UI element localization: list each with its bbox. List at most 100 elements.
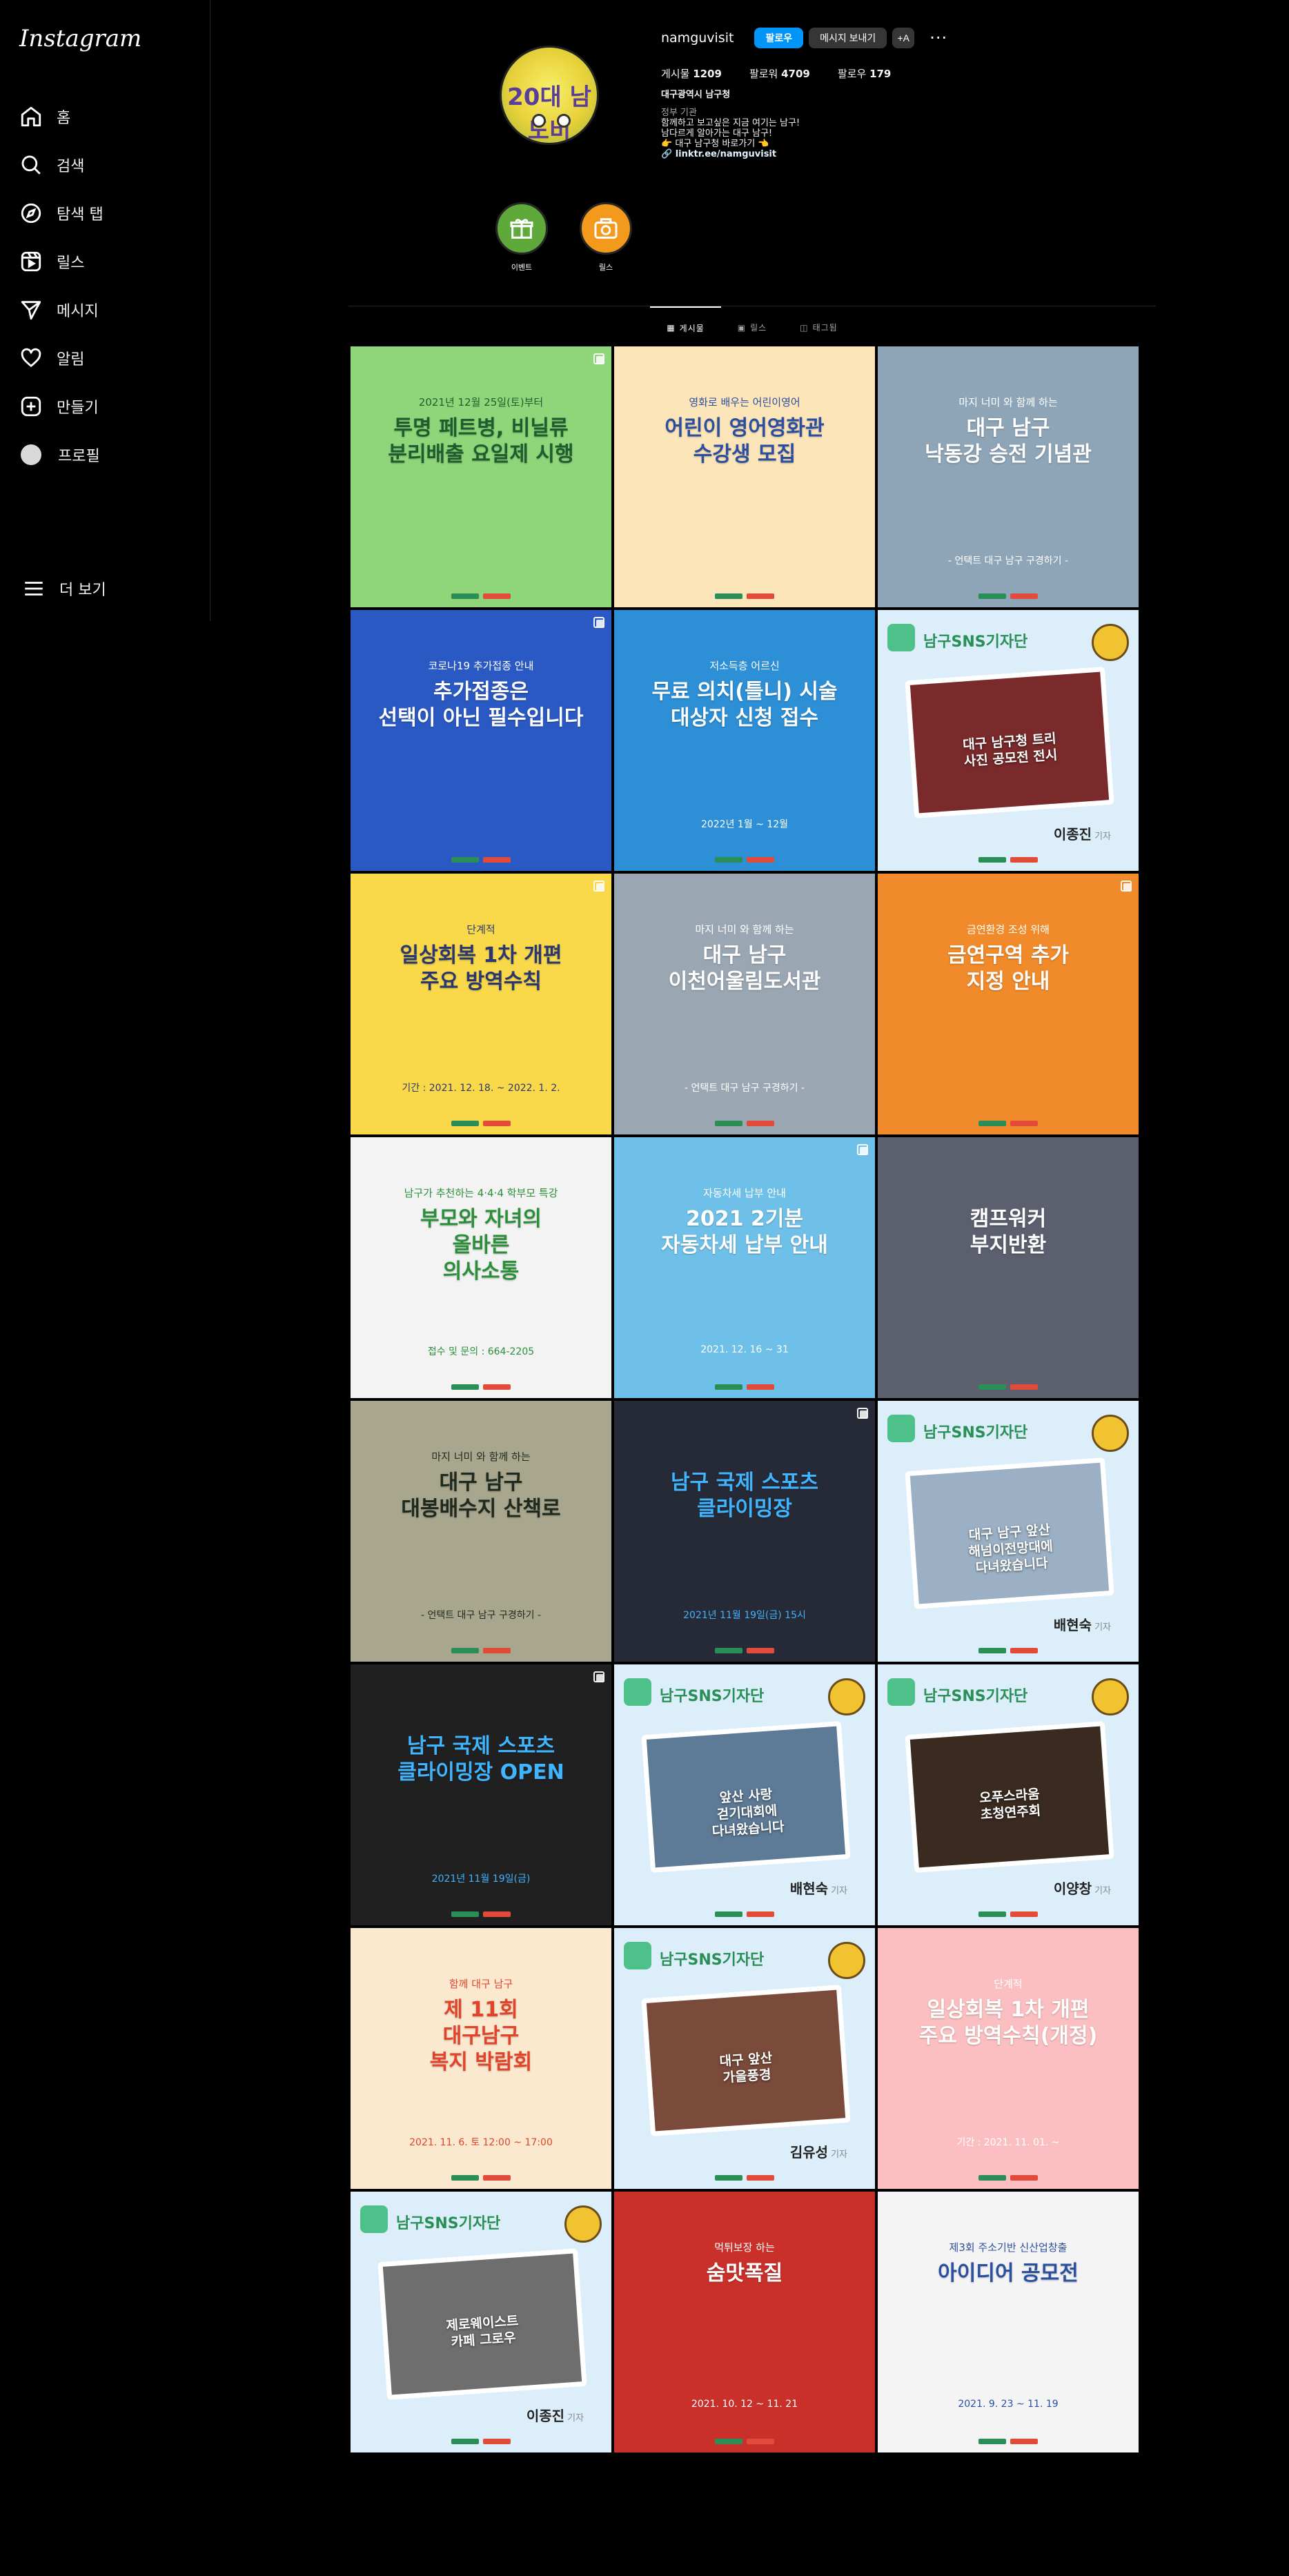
post-sponsor-logos xyxy=(878,1121,1139,1128)
bio-link[interactable]: 🔗 linktr.ee/namguvisit xyxy=(661,149,800,159)
avatar-icon xyxy=(21,444,41,465)
post-detail: 2021년 11월 19일(금) xyxy=(431,1874,531,1885)
post-tile[interactable]: 마지 너미 와 함께 하는 대구 남구 이천어울림도서관 - 언택트 대구 남구 구… xyxy=(614,874,875,1134)
tab-posts[interactable]: ▦ 게시물 xyxy=(650,306,721,348)
post-sponsor-logos xyxy=(878,2439,1139,2446)
highlight-events[interactable]: 이벤트 xyxy=(480,202,564,273)
post-title: 남구 국제 스포츠 클라이밍장 xyxy=(670,1471,819,1521)
post-tile[interactable]: 금연환경 조성 위해 금연구역 추가 지정 안내 xyxy=(878,874,1139,1134)
post-tile[interactable]: 제3회 주소기반 신산업창출 아이디어 공모전 2021. 9. 23 ~ 11. … xyxy=(878,2192,1139,2452)
post-sponsor-logos xyxy=(351,1911,611,1918)
tab-reels[interactable]: ▣ 릴스 xyxy=(721,306,783,348)
post-detail: 접수 및 문의 : 664-2205 xyxy=(427,1346,535,1357)
post-tile[interactable]: 저소득층 어르신 무료 의치(틀니) 시술 대상자 신청 접수 2022년 1월 ~… xyxy=(614,610,875,871)
bio-line: 남다르게 알아가는 대구 남구! xyxy=(661,128,773,139)
post-caption: 오푸스라움 초청연주회 xyxy=(978,1786,1041,1822)
sidebar-item-profile[interactable]: 프로필 xyxy=(17,431,193,479)
mascot-icon xyxy=(828,1678,865,1715)
post-tile[interactable]: 남구가 추천하는 4·4·4 학부모 특강 부모와 자녀의 올바른 의사소통 접수 … xyxy=(351,1137,611,1398)
highlight-reels[interactable]: 릴스 xyxy=(564,202,648,273)
sidebar-item-more[interactable]: 더 보기 xyxy=(19,564,106,613)
post-reporter: 김유성 기자 xyxy=(789,2144,847,2161)
paper-plane-icon xyxy=(21,301,41,320)
mascot-icon xyxy=(887,1678,915,1706)
sidebar-item-reels[interactable]: 릴스 xyxy=(17,237,193,286)
carousel-icon xyxy=(1121,881,1132,892)
message-button[interactable]: 메시지 보내기 xyxy=(809,28,887,48)
mascot-icon xyxy=(887,624,915,651)
post-photo: 대구 남구청 트리 사진 공모전 전시 xyxy=(905,667,1114,818)
hamburger-menu-icon xyxy=(25,582,43,596)
post-photo: 대구 남구 앞산 해넘이전망대에 다녀왔습니다 xyxy=(905,1457,1114,1609)
reels-icon xyxy=(21,251,41,272)
post-title: 투명 페트병, 비닐류 분리배출 요일제 시행 xyxy=(388,416,574,466)
post-sponsor-logos xyxy=(614,857,875,864)
post-tile[interactable]: 자동차세 납부 안내 2021 2기분 자동차세 납부 안내 2021. 12. 1… xyxy=(614,1137,875,1398)
profile-avatar[interactable]: 20대 남도비 xyxy=(500,46,599,145)
camera-icon xyxy=(580,202,632,255)
post-tile[interactable]: 단계적 일상회복 1차 개편 주요 방역수칙(개정) 기간 : 2021. 11. … xyxy=(878,1928,1139,2189)
post-subtitle: 영화로 배우는 어린이영어 xyxy=(689,396,800,409)
post-caption: 제로웨이스트 카페 그로우 xyxy=(445,2313,520,2350)
post-tile[interactable]: 남구SNS기자단 제로웨이스트 카페 그로우 이종진 기자 xyxy=(351,2192,611,2452)
followers-count[interactable]: 팔로워 4709 xyxy=(749,66,810,81)
sidebar-item-label: 검색 xyxy=(57,158,85,175)
post-sponsor-logos xyxy=(351,2175,611,2182)
sidebar-item-label: 더 보기 xyxy=(59,582,106,599)
post-tile[interactable]: 남구SNS기자단 대구 남구 앞산 해넘이전망대에 다녀왔습니다 배현숙 기자 xyxy=(878,1401,1139,1662)
sidebar-item-messages[interactable]: 메시지 xyxy=(17,286,193,334)
suggested-accounts-button[interactable]: +A xyxy=(892,28,915,48)
avatar-text: 20대 남도비 xyxy=(507,83,591,145)
post-subtitle: 단계적 xyxy=(466,923,495,936)
post-sponsor-logos xyxy=(878,1648,1139,1655)
sidebar: Instagram 홈 검색 탐색 탭 릴스 메시지 알림 만들기 프로필 더 … xyxy=(0,0,210,621)
follow-button[interactable]: 팔로우 xyxy=(754,28,804,48)
post-title: 캠프워커 부지반환 xyxy=(970,1207,1047,1257)
full-name: 대구광역시 남구청 xyxy=(661,90,731,100)
story-highlights: 이벤트 릴스 xyxy=(480,202,648,273)
posts-grid: 2021년 12월 25일(토)부터 투명 페트병, 비닐류 분리배출 요일제 시… xyxy=(351,346,1141,2452)
post-tile[interactable]: 코로나19 추가접종 안내 추가접종은 선택이 아닌 필수입니다 xyxy=(351,610,611,871)
post-subtitle: 마지 너미 와 함께 하는 xyxy=(695,923,794,936)
post-title: 무료 의치(틀니) 시술 대상자 신청 접수 xyxy=(651,680,838,730)
post-subtitle: 단계적 xyxy=(994,1978,1023,1990)
post-tile[interactable]: 먹튀보장 하는 숨맛폭질 2021. 10. 12 ~ 11. 21 xyxy=(614,2192,875,2452)
post-tile[interactable]: 남구 국제 스포츠 클라이밍장 2021년 11월 19일(금) 15시 xyxy=(614,1401,875,1662)
gift-icon xyxy=(495,202,548,255)
sidebar-item-explore[interactable]: 탐색 탭 xyxy=(17,189,193,237)
post-photo: 대구 앞산 가을풍경 xyxy=(641,1985,851,2136)
tab-tagged[interactable]: ◫ 태그됨 xyxy=(783,306,854,348)
post-sponsor-logos xyxy=(878,2175,1139,2182)
post-title: 2021 2기분 자동차세 납부 안내 xyxy=(661,1207,828,1257)
post-subtitle: 남구가 추천하는 4·4·4 학부모 특강 xyxy=(404,1187,558,1199)
mascot-icon xyxy=(828,1942,865,1979)
post-tile[interactable]: 남구SNS기자단 오푸스라움 초청연주회 이양창 기자 xyxy=(878,1664,1139,1925)
post-tile[interactable]: 남구SNS기자단 대구 앞산 가을풍경 김유성 기자 xyxy=(614,1928,875,2189)
post-tile[interactable]: 남구SNS기자단 대구 남구청 트리 사진 공모전 전시 이종진 기자 xyxy=(878,610,1139,871)
more-options-icon[interactable]: ··· xyxy=(929,28,947,48)
sidebar-item-home[interactable]: 홈 xyxy=(17,92,193,141)
post-tile[interactable]: 영화로 배우는 어린이영어 어린이 영어영화관 수강생 모집 xyxy=(614,346,875,607)
bio-line: 함께하고 보고싶은 지금 여기는 남구! xyxy=(661,118,800,128)
following-count[interactable]: 팔로우 179 xyxy=(838,66,892,81)
post-caption: 대구 앞산 가을풍경 xyxy=(718,2050,773,2086)
post-tile[interactable]: 남구 국제 스포츠 클라이밍장 OPEN 2021년 11월 19일(금) xyxy=(351,1664,611,1925)
post-tile[interactable]: 캠프워커 부지반환 xyxy=(878,1137,1139,1398)
post-subtitle: 저소득층 어르신 xyxy=(709,660,780,672)
post-detail: 기간 : 2021. 11. 01. ~ xyxy=(956,2137,1060,2148)
post-sponsor-logos xyxy=(614,1648,875,1655)
instagram-logo[interactable]: Instagram xyxy=(19,25,193,52)
sidebar-item-search[interactable]: 검색 xyxy=(17,141,193,189)
mascot-icon xyxy=(564,2205,602,2243)
post-tile[interactable]: 마지 너미 와 함께 하는 대구 남구 낙동강 승전 기념관 - 언택트 대구 남구… xyxy=(878,346,1139,607)
sidebar-item-notifications[interactable]: 알림 xyxy=(17,334,193,382)
post-tile[interactable]: 함께 대구 남구 제 11회 대구남구 복지 박람회 2021. 11. 6. 토 … xyxy=(351,1928,611,2189)
post-tile[interactable]: 단계적 일상회복 1차 개편 주요 방역수칙 기간 : 2021. 12. 18. … xyxy=(351,874,611,1134)
sidebar-item-label: 탐색 탭 xyxy=(57,206,104,224)
post-tile[interactable]: 남구SNS기자단 앞산 사랑 걷기대회에 다녀왔습니다 배현숙 기자 xyxy=(614,1664,875,1925)
sidebar-item-create[interactable]: 만들기 xyxy=(17,382,193,431)
post-tile[interactable]: 2021년 12월 25일(토)부터 투명 페트병, 비닐류 분리배출 요일제 시… xyxy=(351,346,611,607)
post-sponsor-logos xyxy=(351,593,611,600)
post-tile[interactable]: 마지 너미 와 함께 하는 대구 남구 대봉배수지 산책로 - 언택트 대구 남구 … xyxy=(351,1401,611,1662)
post-caption: 대구 남구 앞산 해넘이전망대에 다녀왔습니다 xyxy=(967,1522,1054,1576)
